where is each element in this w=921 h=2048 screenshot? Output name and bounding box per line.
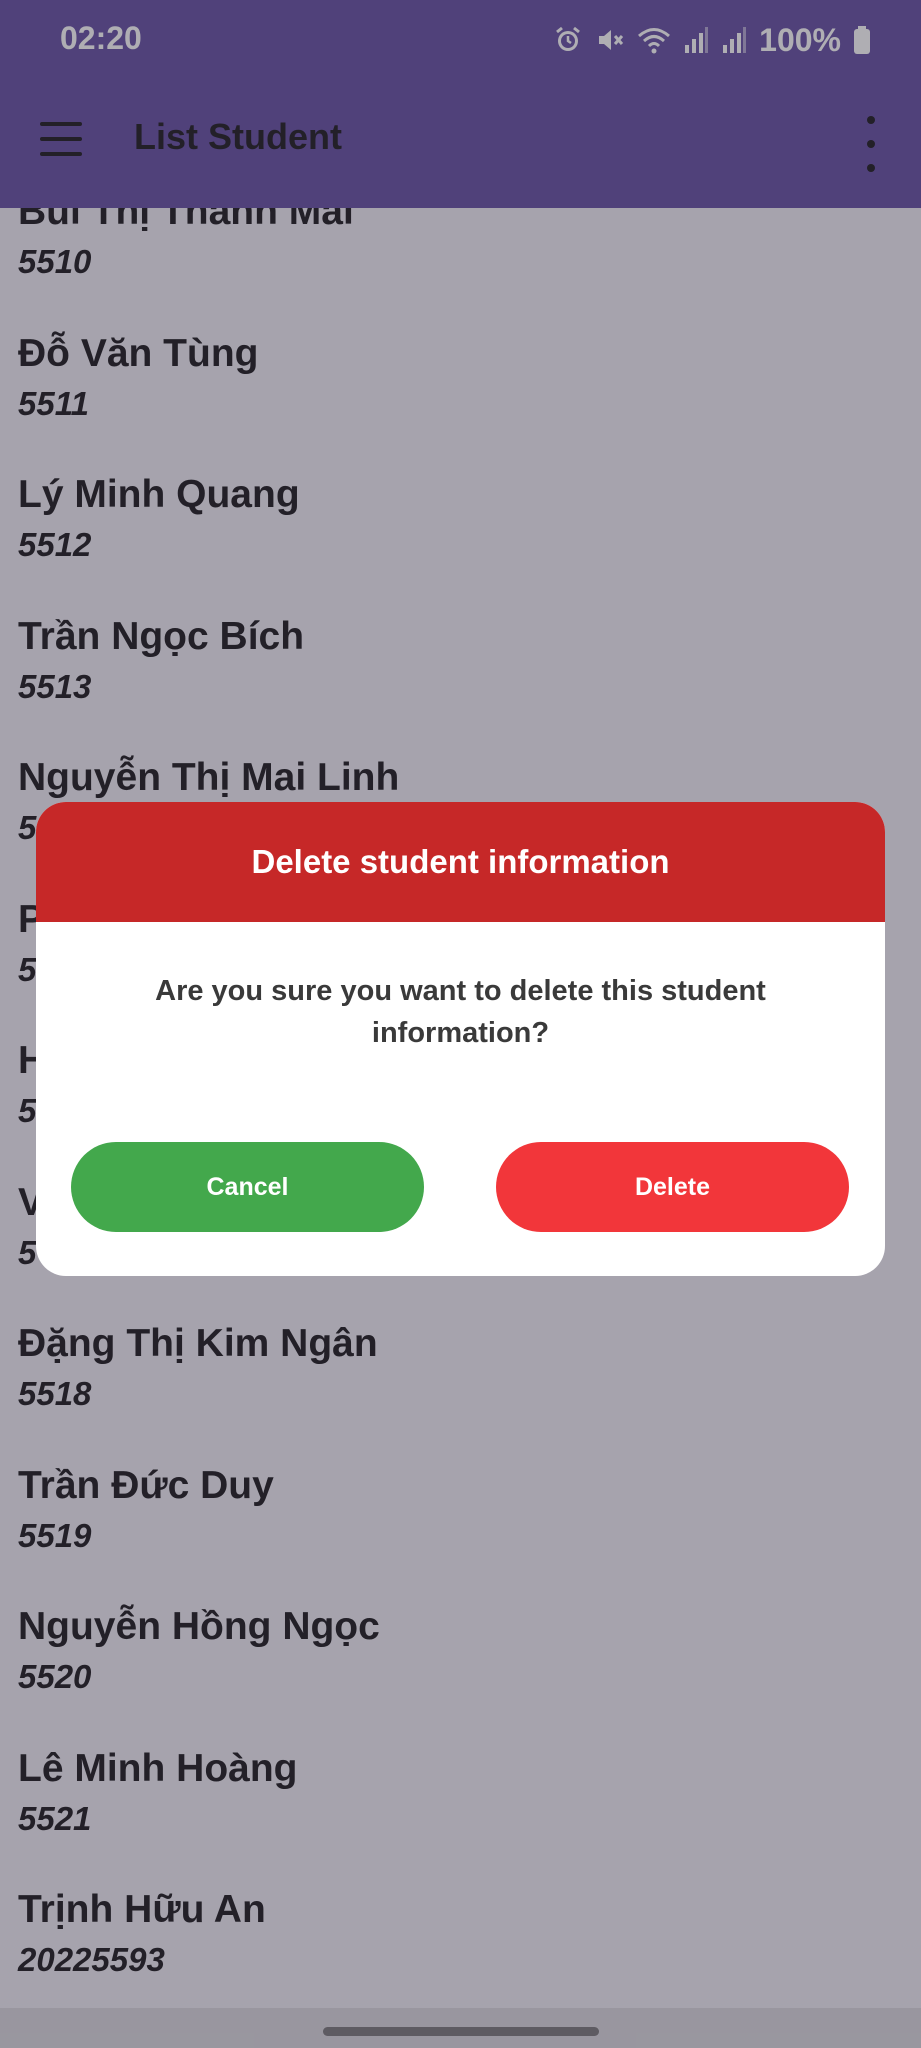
delete-button[interactable]: Delete [496, 1142, 849, 1232]
dialog-message: Are you sure you want to delete this stu… [155, 975, 766, 1049]
gesture-handle[interactable] [323, 2027, 599, 2036]
delete-dialog: Delete student information Are you sure … [36, 802, 885, 1276]
cancel-button[interactable]: Cancel [71, 1142, 424, 1232]
dialog-title: Delete student information [36, 802, 885, 922]
